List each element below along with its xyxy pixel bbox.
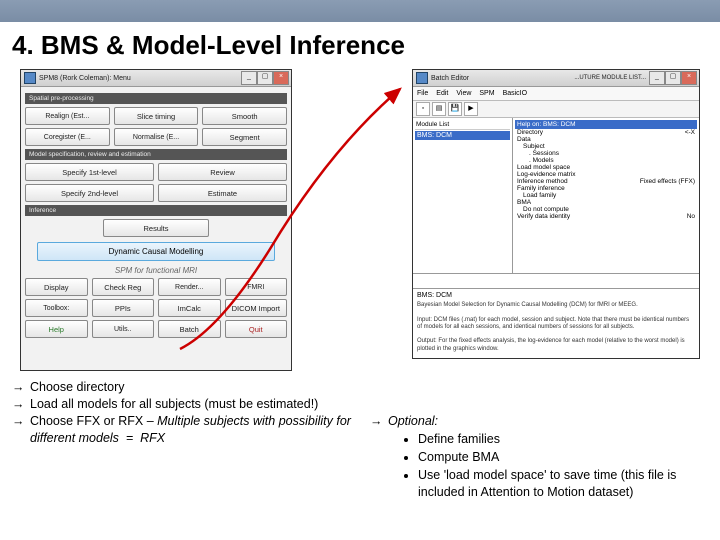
param-load-family[interactable]: Load family bbox=[523, 192, 556, 199]
window-title: SPM8 (Rork Coleman): Menu bbox=[39, 75, 131, 82]
open-icon[interactable]: ▤ bbox=[432, 102, 446, 116]
menu-bar: File Edit View SPM BasicIO bbox=[413, 87, 699, 101]
instructions-right: →Optional: Define families Compute BMA U… bbox=[370, 413, 700, 501]
param-subject[interactable]: Subject bbox=[523, 143, 545, 150]
smooth-button[interactable]: Smooth bbox=[202, 107, 287, 125]
menu-spm[interactable]: SPM bbox=[479, 90, 494, 97]
param-load-model-space[interactable]: Load model space bbox=[517, 164, 570, 171]
review-button[interactable]: Review bbox=[158, 163, 287, 181]
menu-basicio[interactable]: BasicIO bbox=[503, 90, 528, 97]
slide-title: 4. BMS & Model-Level Inference bbox=[0, 22, 720, 69]
close-button[interactable]: × bbox=[273, 71, 289, 85]
app-icon bbox=[24, 72, 36, 84]
module-list-pane: Module List BMS: DCM bbox=[413, 118, 513, 273]
window-controls: _ ▢ × bbox=[241, 71, 289, 85]
sep-title: ...UTURE MODULE LIST... bbox=[574, 75, 646, 81]
opt-compute-bma: Compute BMA bbox=[418, 449, 700, 466]
help-text-2: Input: DCM files (.mat) for each model, … bbox=[417, 317, 695, 331]
instr-choose-dir: Choose directory bbox=[30, 379, 362, 396]
param-do-not-compute[interactable]: Do not compute bbox=[523, 206, 569, 213]
render-button[interactable]: Render... bbox=[158, 278, 221, 296]
imcalc-button[interactable]: ImCalc bbox=[158, 299, 221, 317]
batch-window-title: Batch Editor bbox=[431, 75, 469, 82]
quit-button[interactable]: Quit bbox=[225, 320, 288, 338]
dicom-button[interactable]: DICOM Import bbox=[225, 299, 288, 317]
close-button[interactable]: × bbox=[681, 71, 697, 85]
realign-button[interactable]: Realign (Est... bbox=[25, 107, 110, 125]
help-title: BMS: DCM bbox=[417, 292, 695, 300]
instr-load-models: Load all models for all subjects (must b… bbox=[30, 396, 362, 413]
param-directory[interactable]: Directory bbox=[517, 129, 543, 136]
ppis-button[interactable]: PPIs bbox=[92, 299, 155, 317]
app-icon bbox=[416, 72, 428, 84]
param-inference-method[interactable]: Inference method bbox=[517, 178, 568, 185]
utils-button[interactable]: Utils.. bbox=[92, 320, 155, 338]
new-icon[interactable]: ▫ bbox=[416, 102, 430, 116]
minimize-button[interactable]: _ bbox=[241, 71, 257, 85]
help-text-3: Output: For the fixed effects analysis, … bbox=[417, 338, 695, 352]
estimate-button[interactable]: Estimate bbox=[158, 184, 287, 202]
save-icon[interactable]: 💾 bbox=[448, 102, 462, 116]
specify-1st-button[interactable]: Specify 1st-level bbox=[25, 163, 154, 181]
help-button[interactable]: Help bbox=[25, 320, 88, 338]
header-bar bbox=[0, 0, 720, 22]
coregister-button[interactable]: Coregister (E... bbox=[25, 128, 110, 146]
dcm-button[interactable]: Dynamic Causal Modelling bbox=[37, 242, 275, 261]
run-icon[interactable]: ▶ bbox=[464, 102, 478, 116]
param-verify-data[interactable]: Verify data identity bbox=[517, 213, 570, 220]
maximize-button[interactable]: ▢ bbox=[257, 71, 273, 85]
results-button[interactable]: Results bbox=[103, 219, 210, 237]
batch-button[interactable]: Batch bbox=[158, 320, 221, 338]
param-sessions[interactable]: . Sessions bbox=[529, 150, 559, 157]
section-preprocessing: Spatial pre-processing bbox=[25, 93, 287, 104]
batch-editor-window: Batch Editor ...UTURE MODULE LIST... _ ▢… bbox=[412, 69, 700, 359]
menu-file[interactable]: File bbox=[417, 90, 428, 97]
spm-menu-window: SPM8 (Rork Coleman): Menu _ ▢ × Spatial … bbox=[20, 69, 292, 371]
param-models[interactable]: . Models bbox=[529, 157, 554, 164]
check-reg-button[interactable]: Check Reg bbox=[92, 278, 155, 296]
section-model: Model specification, review and estimati… bbox=[25, 149, 287, 160]
instr-choose-ffx-rfx: Choose FFX or RFX – Multiple subjects wi… bbox=[30, 413, 362, 447]
content-area: SPM8 (Rork Coleman): Menu _ ▢ × Spatial … bbox=[0, 69, 720, 509]
menu-view[interactable]: View bbox=[456, 90, 471, 97]
instr-optional-head: Optional: bbox=[388, 413, 700, 430]
spm-mode-label: SPM for functional MRI bbox=[25, 266, 287, 275]
param-family-inference[interactable]: Family inference bbox=[517, 185, 565, 192]
menu-edit[interactable]: Edit bbox=[436, 90, 448, 97]
module-bms-dcm[interactable]: BMS: DCM bbox=[415, 131, 510, 140]
toolbox-select[interactable]: Toolbox: bbox=[25, 299, 88, 317]
opt-load-model-space: Use 'load model space' to save time (thi… bbox=[418, 467, 700, 501]
opt-define-families: Define families bbox=[418, 431, 700, 448]
help-text-1: Bayesian Model Selection for Dynamic Cau… bbox=[417, 302, 695, 309]
slice-timing-button[interactable]: Slice timing bbox=[114, 107, 199, 125]
maximize-button[interactable]: ▢ bbox=[665, 71, 681, 85]
current-item-pane bbox=[413, 273, 699, 289]
param-bma[interactable]: BMA bbox=[517, 199, 531, 206]
specify-2nd-button[interactable]: Specify 2nd-level bbox=[25, 184, 154, 202]
help-pane: BMS: DCM Bayesian Model Selection for Dy… bbox=[413, 289, 699, 356]
display-button[interactable]: Display bbox=[25, 278, 88, 296]
minimize-button[interactable]: _ bbox=[649, 71, 665, 85]
section-inference: Inference bbox=[25, 205, 287, 216]
spm-body: Spatial pre-processing Realign (Est... S… bbox=[21, 87, 291, 345]
normalise-button[interactable]: Normalise (E... bbox=[114, 128, 199, 146]
window-titlebar: SPM8 (Rork Coleman): Menu _ ▢ × bbox=[21, 70, 291, 87]
segment-button[interactable]: Segment bbox=[202, 128, 287, 146]
module-list-header: Module List bbox=[415, 120, 510, 130]
module-params-pane: Help on: BMS: DCM Directory<-X Data Subj… bbox=[513, 118, 699, 273]
fmri-select[interactable]: FMRI bbox=[225, 278, 288, 296]
param-log-evidence[interactable]: Log-evidence matrix bbox=[517, 171, 576, 178]
instructions-left: →Choose directory →Load all models for a… bbox=[12, 379, 362, 447]
tool-bar: ▫ ▤ 💾 ▶ bbox=[413, 101, 699, 118]
batch-titlebar: Batch Editor ...UTURE MODULE LIST... _ ▢… bbox=[413, 70, 699, 87]
param-data[interactable]: Data bbox=[517, 136, 531, 143]
params-header: Help on: BMS: DCM bbox=[515, 120, 697, 129]
